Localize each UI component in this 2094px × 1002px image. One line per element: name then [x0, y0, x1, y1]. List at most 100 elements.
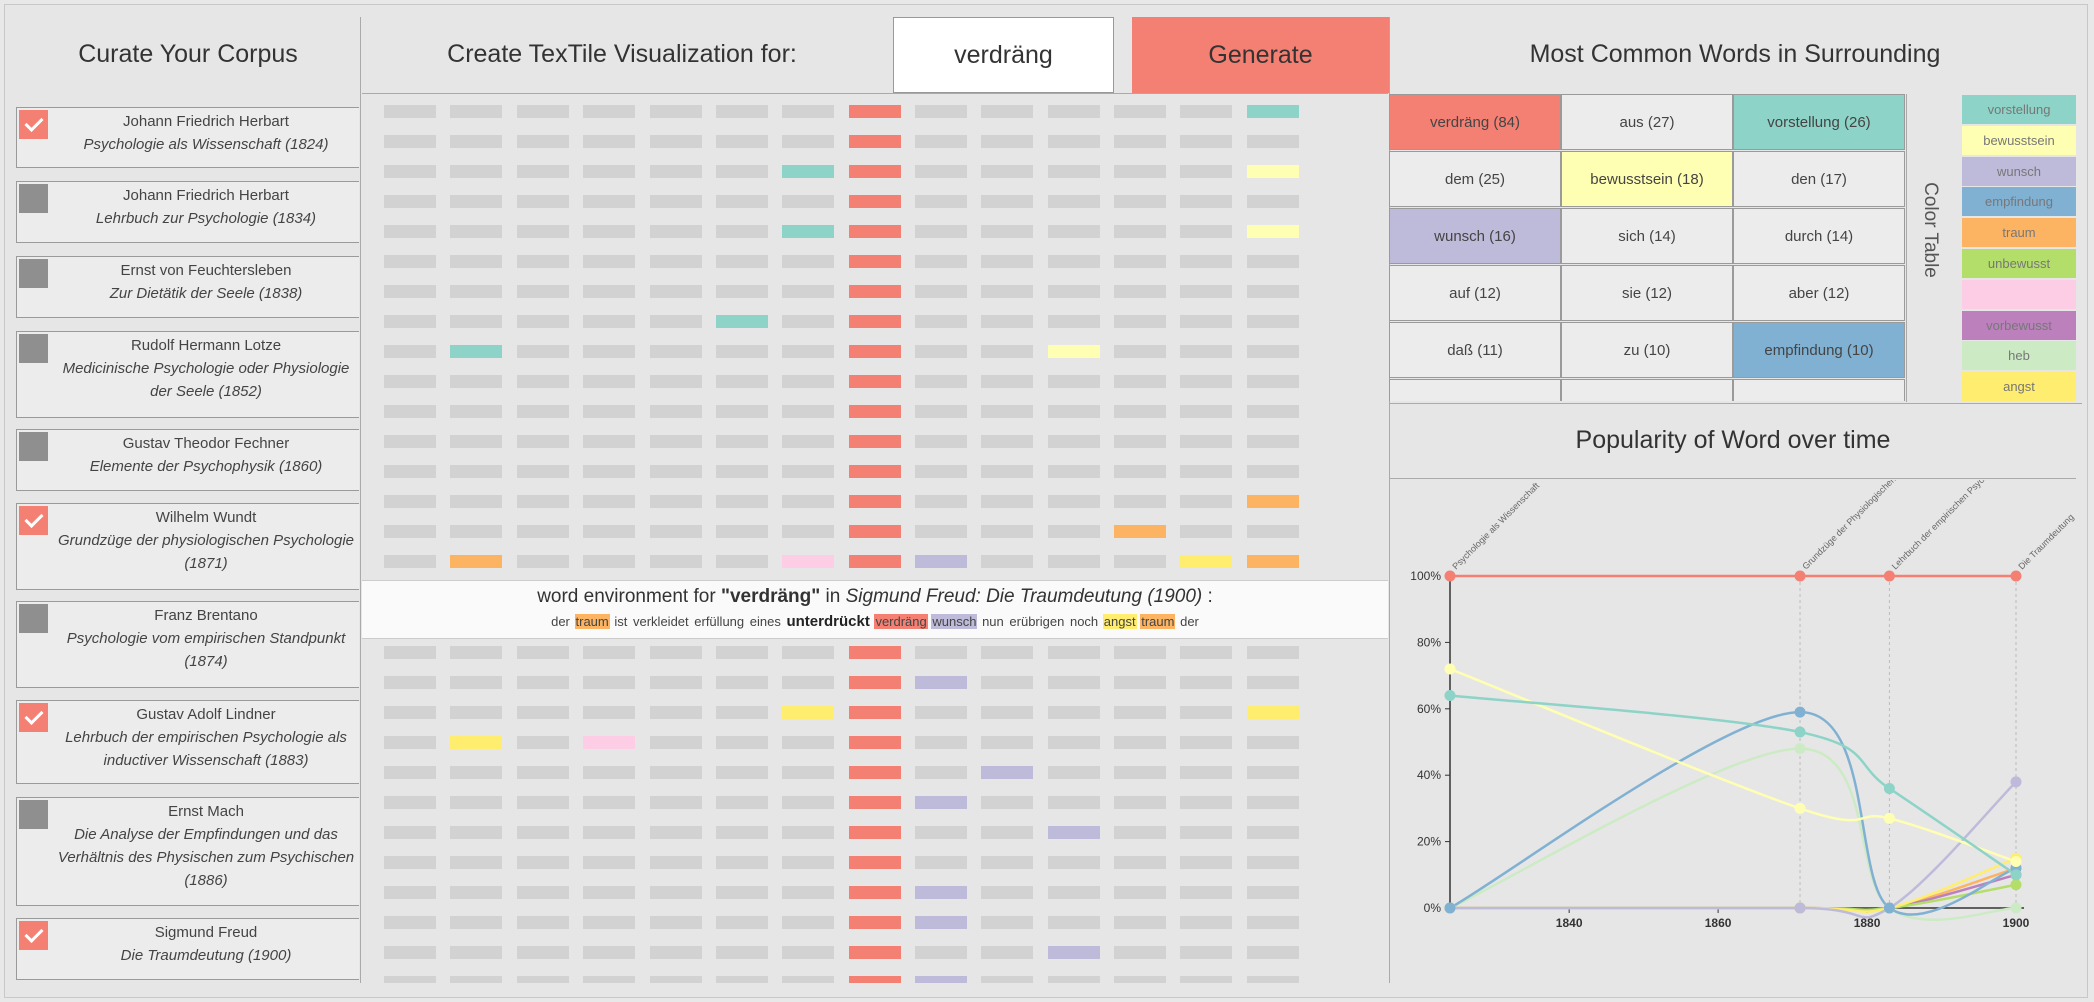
textile-tile[interactable]	[915, 766, 967, 779]
textile-tile[interactable]	[1114, 646, 1166, 659]
textile-tile[interactable]	[450, 976, 502, 983]
common-word-cell[interactable]: aber (12)	[1733, 265, 1905, 321]
textile-tile[interactable]	[450, 435, 502, 448]
textile-tile[interactable]	[450, 796, 502, 809]
textile-tile[interactable]	[1048, 555, 1100, 568]
corpus-checkbox[interactable]	[19, 334, 48, 363]
textile-tile[interactable]	[517, 105, 569, 118]
textile-tile[interactable]	[849, 766, 901, 779]
textile-tile[interactable]	[716, 255, 768, 268]
textile-tile[interactable]	[1180, 916, 1232, 929]
textile-tile[interactable]	[450, 345, 502, 358]
textile-tile[interactable]	[650, 405, 702, 418]
textile-tile[interactable]	[517, 315, 569, 328]
textile-tile[interactable]	[583, 856, 635, 869]
textile-tile[interactable]	[1048, 225, 1100, 238]
textile-tile[interactable]	[583, 826, 635, 839]
textile-tile[interactable]	[1114, 525, 1166, 538]
textile-tile[interactable]	[782, 856, 834, 869]
corpus-checkbox[interactable]	[19, 800, 48, 829]
textile-tile[interactable]	[583, 495, 635, 508]
textile-tile[interactable]	[1048, 976, 1100, 983]
textile-tile[interactable]	[517, 946, 569, 959]
textile-tile[interactable]	[915, 345, 967, 358]
textile-tile[interactable]	[716, 345, 768, 358]
textile-tile[interactable]	[915, 465, 967, 478]
textile-tile[interactable]	[782, 976, 834, 983]
textile-tile[interactable]	[981, 796, 1033, 809]
textile-tile[interactable]	[849, 976, 901, 983]
textile-tile[interactable]	[1247, 826, 1299, 839]
textile-tile[interactable]	[915, 706, 967, 719]
textile-tile[interactable]	[849, 285, 901, 298]
textile-tile[interactable]	[650, 255, 702, 268]
textile-tile[interactable]	[915, 736, 967, 749]
corpus-checkbox[interactable]	[19, 432, 48, 461]
textile-tile[interactable]	[782, 676, 834, 689]
textile-tile[interactable]	[1247, 766, 1299, 779]
textile-tile[interactable]	[915, 916, 967, 929]
textile-tile[interactable]	[1180, 195, 1232, 208]
textile-tile[interactable]	[650, 766, 702, 779]
textile-tile[interactable]	[384, 105, 436, 118]
textile-tile[interactable]	[1247, 165, 1299, 178]
corpus-checkbox[interactable]	[19, 259, 48, 288]
textile-tile[interactable]	[384, 916, 436, 929]
textile-tile[interactable]	[1180, 225, 1232, 238]
textile-tile[interactable]	[1247, 856, 1299, 869]
textile-tile[interactable]	[1247, 495, 1299, 508]
textile-tile[interactable]	[849, 255, 901, 268]
textile-tile[interactable]	[915, 315, 967, 328]
textile-tile[interactable]	[716, 946, 768, 959]
textile-tile[interactable]	[1247, 465, 1299, 478]
textile-tile[interactable]	[981, 706, 1033, 719]
textile-tile[interactable]	[650, 646, 702, 659]
textile-tile[interactable]	[716, 856, 768, 869]
textile-tile[interactable]	[915, 886, 967, 899]
textile-tile[interactable]	[1247, 796, 1299, 809]
textile-tile[interactable]	[384, 706, 436, 719]
textile-tile[interactable]	[384, 555, 436, 568]
corpus-checkbox[interactable]	[19, 703, 48, 732]
common-word-cell[interactable]: dem (25)	[1389, 151, 1561, 207]
textile-tile[interactable]	[450, 255, 502, 268]
textile-tile[interactable]	[716, 375, 768, 388]
textile-tile[interactable]	[849, 405, 901, 418]
textile-tile[interactable]	[583, 225, 635, 238]
corpus-item[interactable]: Johann Friedrich Herbart Psychologie als …	[16, 107, 359, 168]
textile-tile[interactable]	[517, 916, 569, 929]
textile-tile[interactable]	[1048, 375, 1100, 388]
textile-tile[interactable]	[716, 646, 768, 659]
textile-tile[interactable]	[1247, 135, 1299, 148]
textile-tile[interactable]	[915, 495, 967, 508]
textile-tile[interactable]	[583, 165, 635, 178]
textile-tile[interactable]	[384, 646, 436, 659]
textile-tile[interactable]	[1180, 676, 1232, 689]
textile-tile[interactable]	[716, 706, 768, 719]
textile-tile[interactable]	[1048, 195, 1100, 208]
textile-tile[interactable]	[1048, 255, 1100, 268]
textile-tile[interactable]	[450, 646, 502, 659]
textile-tile[interactable]	[1114, 676, 1166, 689]
textile-tile[interactable]	[1048, 345, 1100, 358]
textile-tile[interactable]	[384, 255, 436, 268]
textile-tile[interactable]	[384, 135, 436, 148]
textile-tile[interactable]	[517, 435, 569, 448]
textile-tile[interactable]	[1114, 736, 1166, 749]
corpus-item[interactable]: Ernst von Feuchtersleben Zur Dietätik der…	[16, 256, 359, 318]
textile-tile[interactable]	[583, 946, 635, 959]
textile-tile[interactable]	[384, 225, 436, 238]
textile-tile[interactable]	[384, 345, 436, 358]
textile-tile[interactable]	[915, 195, 967, 208]
corpus-item[interactable]: Sigmund Freud Die Traumdeutung (1900)	[16, 918, 359, 980]
textile-tile[interactable]	[915, 135, 967, 148]
textile-tile[interactable]	[384, 766, 436, 779]
textile-tile[interactable]	[981, 315, 1033, 328]
textile-tile[interactable]	[849, 646, 901, 659]
textile-tile[interactable]	[1180, 796, 1232, 809]
textile-tile[interactable]	[915, 826, 967, 839]
textile-tile[interactable]	[981, 555, 1033, 568]
textile-tile[interactable]	[1114, 796, 1166, 809]
textile-tile[interactable]	[650, 676, 702, 689]
textile-tile[interactable]	[517, 285, 569, 298]
